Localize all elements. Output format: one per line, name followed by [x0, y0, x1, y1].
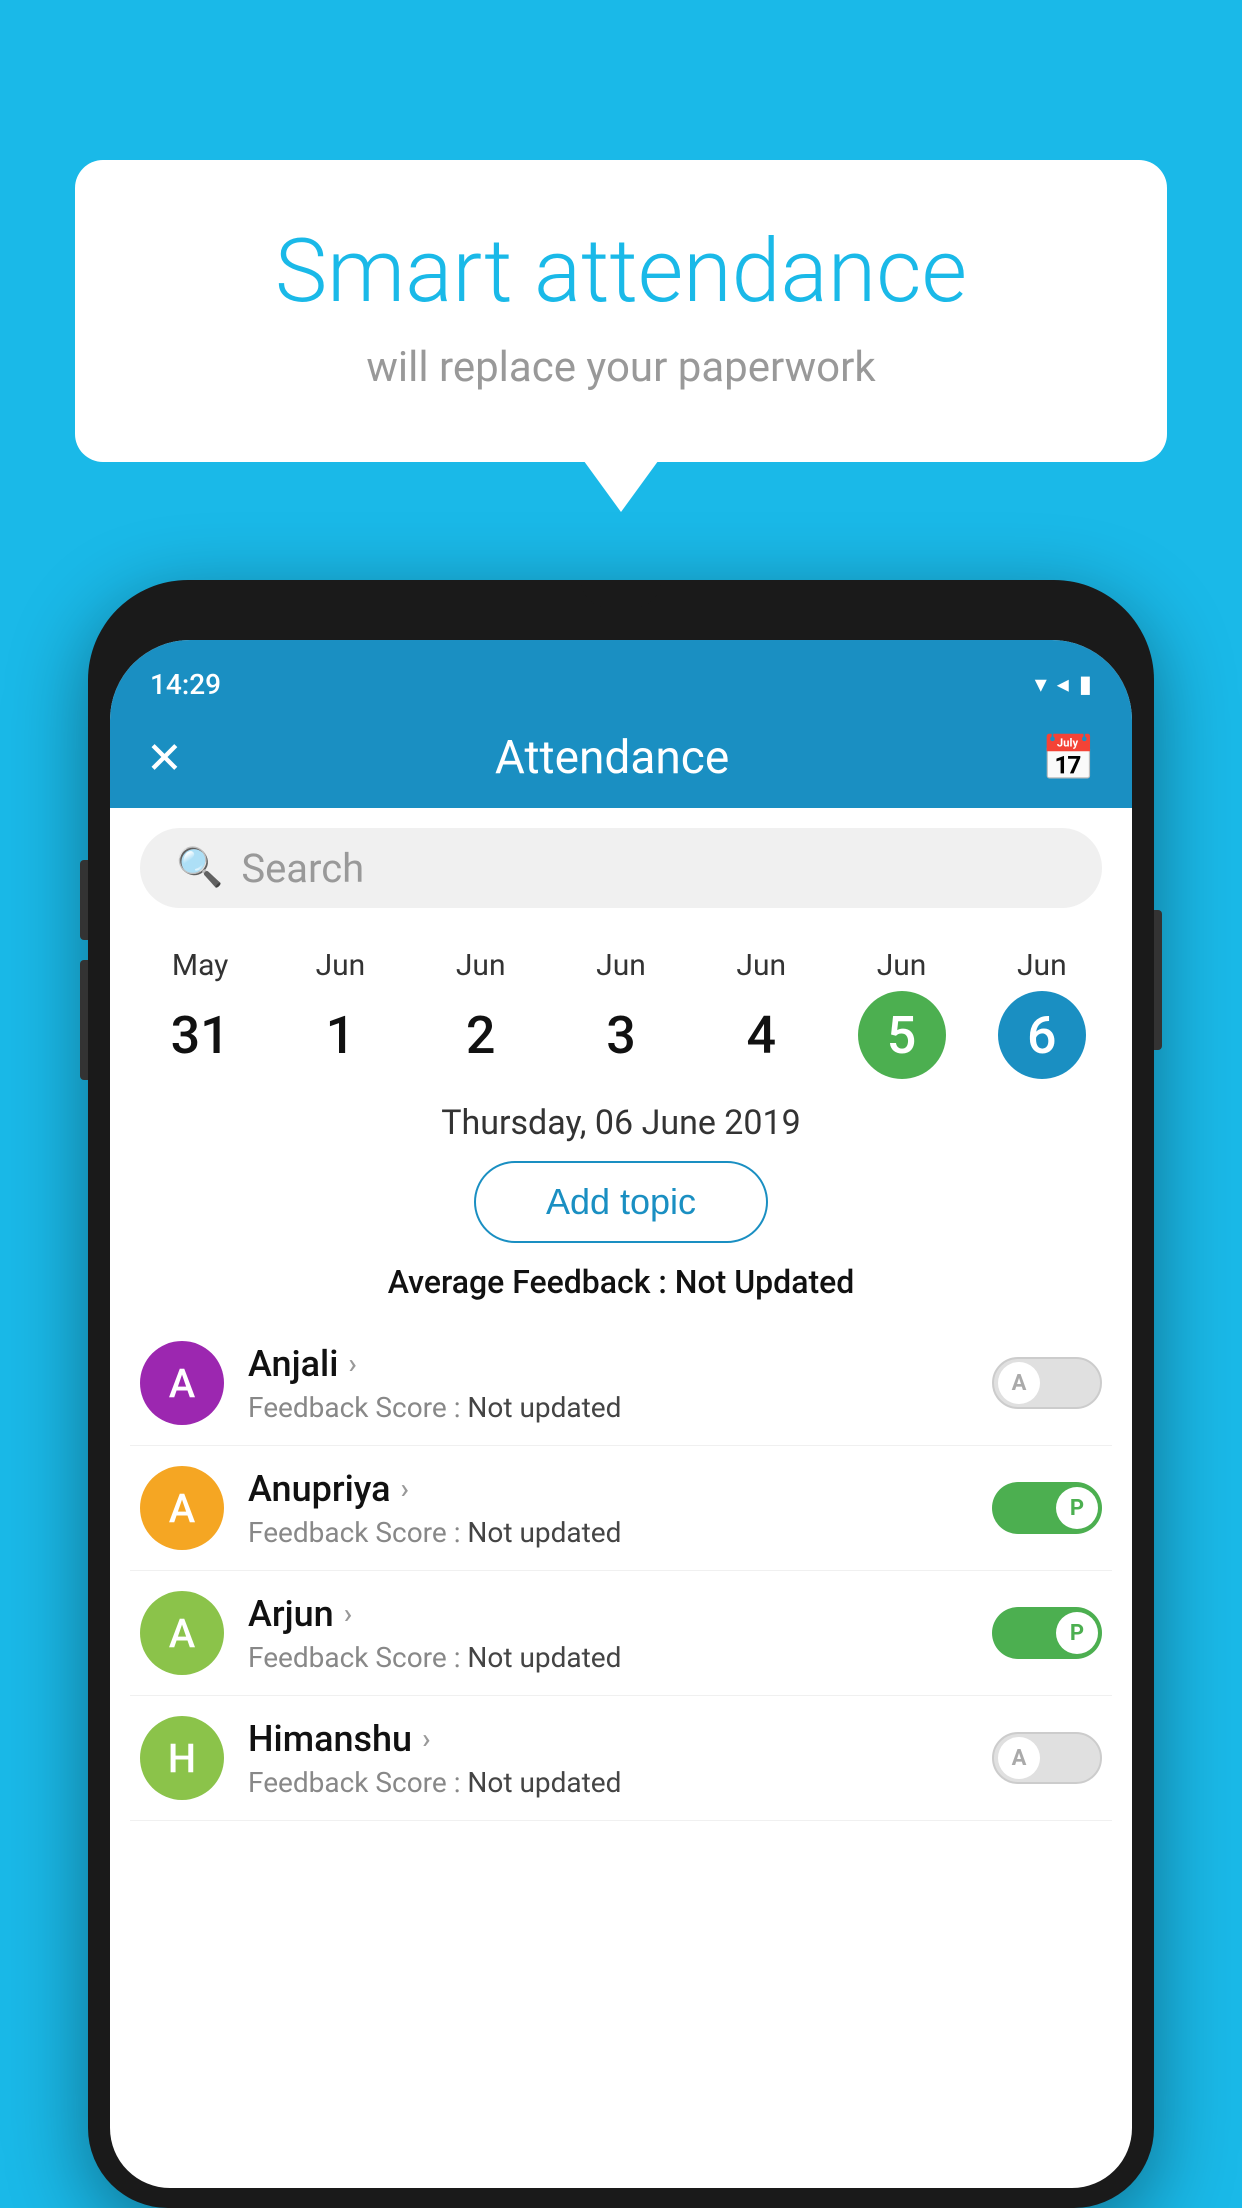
cal-day-number[interactable]: 3 — [577, 991, 665, 1079]
battery-icon: ▮ — [1079, 670, 1092, 698]
chevron-right-icon: › — [401, 1472, 409, 1505]
avatar: A — [140, 1466, 224, 1550]
calendar-day[interactable]: May 31 — [156, 948, 244, 1079]
status-bar: 14:29 ▾ ◂ ▮ — [110, 640, 1132, 708]
student-row[interactable]: A Anupriya › Feedback Score : Not updated P — [130, 1446, 1112, 1571]
search-input-placeholder: Search — [241, 845, 364, 892]
cal-day-number[interactable]: 2 — [437, 991, 525, 1079]
student-info: Arjun › Feedback Score : Not updated — [248, 1593, 968, 1674]
close-icon[interactable]: ✕ — [146, 732, 183, 784]
calendar-day[interactable]: Jun 3 — [577, 948, 665, 1079]
bubble-title: Smart attendance — [155, 220, 1087, 323]
calendar-day[interactable]: Jun 2 — [437, 948, 525, 1079]
cal-month-label: Jun — [456, 948, 506, 983]
student-row[interactable]: A Anjali › Feedback Score : Not updated A — [130, 1321, 1112, 1446]
bubble-subtitle: will replace your paperwork — [155, 343, 1087, 392]
cal-month-label: Jun — [736, 948, 786, 983]
search-icon: 🔍 — [176, 846, 223, 890]
attendance-toggle[interactable]: P — [992, 1482, 1102, 1534]
student-feedback: Feedback Score : Not updated — [248, 1766, 968, 1799]
power-button — [1154, 910, 1162, 1050]
student-row[interactable]: A Arjun › Feedback Score : Not updated P — [130, 1571, 1112, 1696]
chevron-right-icon: › — [344, 1597, 352, 1630]
search-bar[interactable]: 🔍 Search — [140, 828, 1102, 908]
student-feedback: Feedback Score : Not updated — [248, 1516, 968, 1549]
cal-month-label: Jun — [1017, 948, 1067, 983]
student-name: Anjali › — [248, 1343, 968, 1385]
student-name: Anupriya › — [248, 1468, 968, 1510]
phone-screen: 14:29 ▾ ◂ ▮ ✕ Attendance 📅 🔍 Search May 3… — [110, 640, 1132, 2188]
student-list: AAnjali ›Feedback Score : Not updatedAAA… — [110, 1321, 1132, 1821]
calendar-day[interactable]: Jun 1 — [296, 948, 384, 1079]
avatar: H — [140, 1716, 224, 1800]
selected-date: Thursday, 06 June 2019 — [110, 1103, 1132, 1143]
student-row[interactable]: H Himanshu › Feedback Score : Not updated A — [130, 1696, 1112, 1821]
student-name: Arjun › — [248, 1593, 968, 1635]
calendar-day[interactable]: Jun 6 — [998, 948, 1086, 1079]
attendance-toggle[interactable]: P — [992, 1607, 1102, 1659]
avg-feedback: Average Feedback : Not Updated — [110, 1263, 1132, 1301]
cal-month-label: Jun — [596, 948, 646, 983]
signal-icon: ◂ — [1057, 670, 1069, 698]
toggle-knob: A — [998, 1362, 1040, 1404]
cal-day-number[interactable]: 31 — [156, 991, 244, 1079]
app-bar: ✕ Attendance 📅 — [110, 708, 1132, 808]
status-icons: ▾ ◂ ▮ — [1035, 670, 1092, 698]
status-time: 14:29 — [150, 668, 221, 701]
app-bar-title: Attendance — [183, 731, 1041, 785]
attendance-toggle[interactable]: A — [992, 1732, 1102, 1784]
avatar: A — [140, 1341, 224, 1425]
volume-up-button — [80, 860, 88, 940]
phone-frame: 14:29 ▾ ◂ ▮ ✕ Attendance 📅 🔍 Search May 3… — [88, 580, 1154, 2208]
cal-day-number[interactable]: 1 — [296, 991, 384, 1079]
student-feedback: Feedback Score : Not updated — [248, 1641, 968, 1674]
student-info: Anjali › Feedback Score : Not updated — [248, 1343, 968, 1424]
cal-month-label: Jun — [877, 948, 927, 983]
cal-day-number[interactable]: 5 — [858, 991, 946, 1079]
avatar: A — [140, 1591, 224, 1675]
toggle-knob: P — [1056, 1612, 1098, 1654]
calendar-day[interactable]: Jun 5 — [858, 948, 946, 1079]
cal-month-label: Jun — [316, 948, 366, 983]
student-feedback: Feedback Score : Not updated — [248, 1391, 968, 1424]
volume-down-button — [80, 960, 88, 1080]
speech-bubble: Smart attendance will replace your paper… — [75, 160, 1167, 462]
chevron-right-icon: › — [422, 1722, 430, 1755]
cal-day-number[interactable]: 6 — [998, 991, 1086, 1079]
avg-feedback-label: Average Feedback : — [388, 1263, 667, 1301]
wifi-icon: ▾ — [1035, 670, 1047, 698]
calendar-row: May 31 Jun 1 Jun 2 Jun 3 Jun 4 Jun 5 Jun 6 — [110, 928, 1132, 1079]
student-name: Himanshu › — [248, 1718, 968, 1760]
student-info: Anupriya › Feedback Score : Not updated — [248, 1468, 968, 1549]
cal-month-label: May — [172, 948, 228, 983]
phone-notch — [581, 580, 661, 608]
add-topic-button[interactable]: Add topic — [474, 1161, 768, 1243]
cal-day-number[interactable]: 4 — [717, 991, 805, 1079]
calendar-day[interactable]: Jun 4 — [717, 948, 805, 1079]
calendar-icon[interactable]: 📅 — [1041, 732, 1096, 784]
toggle-knob: A — [998, 1737, 1040, 1779]
student-info: Himanshu › Feedback Score : Not updated — [248, 1718, 968, 1799]
toggle-knob: P — [1056, 1487, 1098, 1529]
attendance-toggle[interactable]: A — [992, 1357, 1102, 1409]
avg-feedback-value: Not Updated — [675, 1263, 855, 1301]
chevron-right-icon: › — [348, 1347, 356, 1380]
